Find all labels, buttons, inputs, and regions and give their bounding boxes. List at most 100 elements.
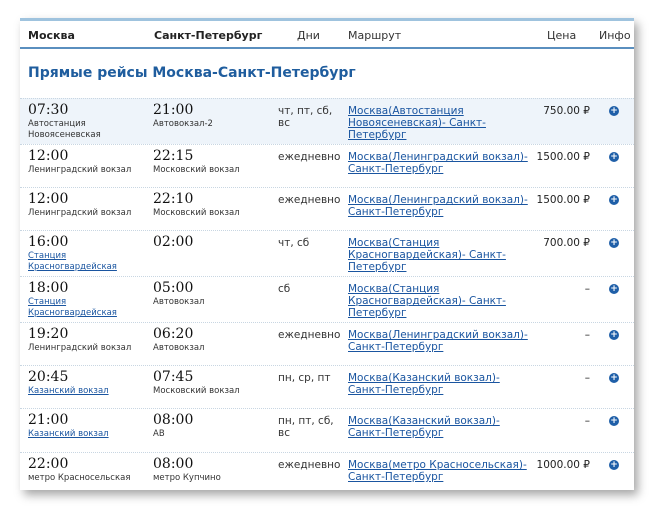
departure-station[interactable]: Казанский вокзал bbox=[28, 386, 109, 396]
route-text: Петербург bbox=[348, 261, 407, 273]
days-cell: пн, пт, сб, вс bbox=[278, 415, 334, 439]
arrival-time: 22:10 bbox=[153, 191, 194, 207]
price-cell: 700.00 ₽ bbox=[543, 237, 590, 249]
table-row: 21:00 Казанский вокзал 08:00 АВ пн, пт, сб, в… bbox=[20, 408, 634, 452]
route-text: Санкт-Петербург bbox=[348, 163, 444, 175]
table-row: 16:00 Станция Красногвардейская 02:00 чт, сб… bbox=[20, 230, 634, 276]
arrival-cell: 08:00 АВ bbox=[153, 413, 193, 440]
route-text: Санкт-Петербург bbox=[348, 471, 444, 483]
departure-station[interactable]: Станция bbox=[28, 251, 117, 261]
info-plus-icon[interactable]: + bbox=[609, 106, 619, 116]
route-link[interactable]: Москва(Ленинградский вокзал)- Санкт-Петер… bbox=[348, 194, 528, 218]
arrival-time: 02:00 bbox=[153, 234, 194, 250]
arrival-station: Автовокзал bbox=[153, 343, 205, 353]
departure-station[interactable]: Казанский вокзал bbox=[28, 429, 109, 439]
departure-station[interactable]: Станция bbox=[28, 297, 117, 307]
arrival-cell: 07:45 Московский вокзал bbox=[153, 370, 240, 397]
info-plus-icon[interactable]: + bbox=[609, 195, 619, 205]
days-cell: чт, пт, сб, вс bbox=[278, 105, 332, 129]
info-plus-icon[interactable]: + bbox=[609, 238, 619, 248]
days-text: пн, ср, пт bbox=[278, 372, 331, 384]
days-text: ежедневно bbox=[278, 459, 341, 471]
departure-cell: 21:00 Казанский вокзал bbox=[28, 412, 109, 440]
schedule-panel: Москва Санкт-Петербург Дни Маршрут Цена … bbox=[20, 18, 634, 490]
departure-station[interactable]: Красногвардейская bbox=[28, 308, 117, 318]
arrival-cell: 22:10 Московский вокзал bbox=[153, 191, 240, 219]
info-plus-icon[interactable]: + bbox=[609, 416, 619, 426]
price-cell: 1500.00 ₽ bbox=[536, 194, 590, 206]
route-text: Москва(Казанский вокзал)- bbox=[348, 372, 500, 384]
route-text: Петербург bbox=[348, 129, 407, 141]
days-cell: ежедневно bbox=[278, 329, 340, 341]
schedule-table: 07:30 Автостанция Новоясеневская 21:00 Автов… bbox=[20, 98, 634, 494]
table-row: 12:00 Ленинградский вокзал 22:10 Московский… bbox=[20, 187, 634, 230]
route-text: Санкт-Петербург bbox=[348, 427, 444, 439]
days-text: ежедневно bbox=[278, 151, 341, 163]
arrival-cell: 02:00 bbox=[153, 235, 193, 250]
price-cell: 1000.00 ₽ bbox=[536, 459, 590, 471]
header-from: Москва bbox=[28, 29, 75, 42]
price-cell: 1500.00 ₽ bbox=[536, 151, 590, 163]
route-link[interactable]: Москва(Станция Красногвардейская)- Санкт-… bbox=[348, 283, 506, 319]
route-text: Новоясеневская)- Санкт- bbox=[348, 117, 486, 129]
days-cell: сб bbox=[278, 283, 290, 295]
arrival-cell: 21:00 Автовокзал-2 bbox=[153, 102, 213, 130]
arrival-station: метро Купчино bbox=[153, 473, 221, 483]
table-row: 18:00 Станция Красногвардейская 05:00 Автово… bbox=[20, 276, 634, 322]
route-text: Москва(Казанский вокзал)- bbox=[348, 415, 500, 427]
info-plus-icon[interactable]: + bbox=[609, 152, 619, 162]
info-plus-icon[interactable]: + bbox=[609, 460, 619, 470]
days-cell: чт, сб bbox=[278, 237, 309, 249]
departure-cell: 12:00 Ленинградский вокзал bbox=[28, 148, 131, 176]
days-text: пн, пт, сб, bbox=[278, 415, 334, 427]
departure-time: 21:00 bbox=[28, 412, 69, 428]
table-header: Москва Санкт-Петербург Дни Маршрут Цена … bbox=[20, 21, 634, 49]
days-text: ежедневно bbox=[278, 194, 341, 206]
departure-cell: 07:30 Автостанция Новоясеневская bbox=[28, 102, 101, 141]
departure-time: 12:00 bbox=[28, 148, 69, 164]
info-plus-icon[interactable]: + bbox=[609, 373, 619, 383]
arrival-station: Автовокзал bbox=[153, 297, 205, 307]
arrival-time: 21:00 bbox=[153, 102, 194, 118]
route-link[interactable]: Москва(метро Красносельская)- Санкт-Петер… bbox=[348, 459, 527, 483]
departure-time: 07:30 bbox=[28, 102, 69, 118]
route-text: Москва(Автостанция bbox=[348, 105, 464, 117]
arrival-station: Московский вокзал bbox=[153, 386, 240, 396]
departure-time: 22:00 bbox=[28, 456, 69, 472]
route-link[interactable]: Москва(Казанский вокзал)- Санкт-Петербург bbox=[348, 415, 500, 439]
route-text: Петербург bbox=[348, 307, 407, 319]
table-row: 12:00 Ленинградский вокзал 22:15 Московский… bbox=[20, 144, 634, 187]
arrival-station: Автовокзал-2 bbox=[153, 119, 213, 129]
route-link[interactable]: Москва(Станция Красногвардейская)- Санкт-… bbox=[348, 237, 506, 273]
route-link[interactable]: Москва(Автостанция Новоясеневская)- Санкт… bbox=[348, 105, 486, 141]
route-text: Санкт-Петербург bbox=[348, 206, 444, 218]
departure-time: 12:00 bbox=[28, 191, 69, 207]
departure-station: метро Красносельская bbox=[28, 473, 131, 483]
route-text: Москва(метро Красносельская)- bbox=[348, 459, 527, 471]
section-title: Прямые рейсы Москва-Санкт-Петербург bbox=[28, 65, 356, 81]
header-days: Дни bbox=[297, 29, 320, 42]
arrival-station: Московский вокзал bbox=[153, 165, 240, 175]
days-text: сб bbox=[278, 283, 291, 295]
price-cell: 750.00 ₽ bbox=[543, 105, 590, 117]
info-plus-icon[interactable]: + bbox=[609, 330, 619, 340]
arrival-cell: 06:20 Автовокзал bbox=[153, 327, 205, 354]
route-text: Москва(Станция bbox=[348, 237, 440, 249]
days-cell: ежедневно bbox=[278, 194, 340, 206]
header-to: Санкт-Петербург bbox=[154, 29, 263, 42]
info-plus-icon[interactable]: + bbox=[609, 284, 619, 294]
route-link[interactable]: Москва(Ленинградский вокзал)- Санкт-Петер… bbox=[348, 151, 528, 175]
table-row: 19:20 Ленинградский вокзал 06:20 Автовокзал… bbox=[20, 322, 634, 365]
route-link[interactable]: Москва(Казанский вокзал)- Санкт-Петербург bbox=[348, 372, 500, 396]
days-cell: пн, ср, пт bbox=[278, 372, 331, 384]
route-text: Красногвардейская)- Санкт- bbox=[348, 295, 506, 307]
days-text: ежедневно bbox=[278, 329, 341, 341]
price-cell: – bbox=[584, 372, 590, 384]
arrival-cell: 08:00 метро Купчино bbox=[153, 457, 221, 484]
departure-time: 20:45 bbox=[28, 369, 69, 385]
route-link[interactable]: Москва(Ленинградский вокзал)- Санкт-Петер… bbox=[348, 329, 528, 353]
departure-time: 19:20 bbox=[28, 326, 69, 342]
arrival-cell: 05:00 Автовокзал bbox=[153, 281, 205, 308]
departure-station[interactable]: Красногвардейская bbox=[28, 262, 117, 272]
departure-station: Ленинградский вокзал bbox=[28, 208, 132, 218]
